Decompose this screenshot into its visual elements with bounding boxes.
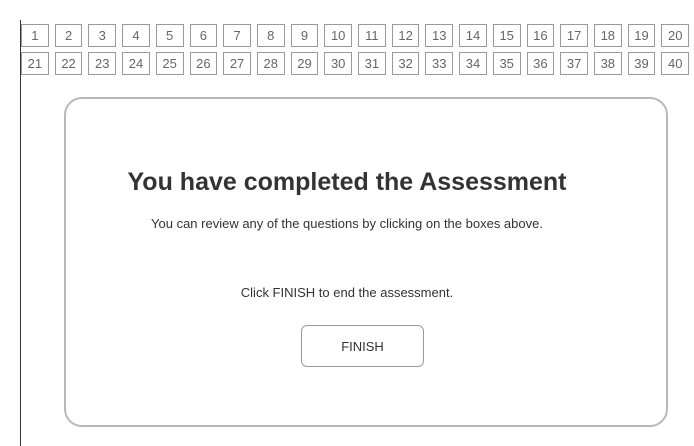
question-box[interactable]: 21 [21, 52, 49, 75]
question-box[interactable]: 26 [189, 52, 218, 75]
question-box[interactable]: 4 [122, 24, 150, 47]
question-box[interactable]: 7 [223, 24, 251, 47]
question-box[interactable]: 13 [425, 24, 454, 47]
question-box[interactable]: 9 [290, 24, 319, 47]
completion-title: You have completed the Assessment [127, 168, 567, 196]
completion-card [64, 97, 668, 427]
question-box[interactable]: 18 [593, 24, 622, 47]
review-instruction: You can review any of the questions by c… [151, 216, 543, 231]
question-box[interactable]: 15 [492, 24, 521, 47]
question-box[interactable]: 35 [492, 52, 521, 75]
question-box[interactable]: 33 [425, 52, 454, 75]
question-box[interactable]: 2 [54, 24, 83, 47]
question-box[interactable]: 23 [88, 52, 117, 75]
question-box[interactable]: 1 [21, 24, 49, 47]
question-row-2: 21 22 23 24 25 26 27 28 29 30 31 32 33 3… [21, 52, 690, 75]
question-box[interactable]: 32 [391, 52, 420, 75]
finish-instruction: Click FINISH to end the assessment. [240, 285, 454, 300]
question-row-1: 1 2 3 4 5 6 7 8 9 10 11 12 13 14 15 16 1… [21, 24, 690, 47]
question-box[interactable]: 11 [358, 24, 386, 47]
question-box[interactable]: 19 [627, 24, 656, 47]
question-box[interactable]: 14 [459, 24, 487, 47]
question-box[interactable]: 30 [324, 52, 353, 75]
question-box[interactable]: 8 [256, 24, 285, 47]
question-box[interactable]: 17 [560, 24, 588, 47]
question-box[interactable]: 10 [324, 24, 353, 47]
question-box[interactable]: 16 [526, 24, 555, 47]
question-box[interactable]: 24 [122, 52, 150, 75]
question-box[interactable]: 39 [627, 52, 656, 75]
question-box[interactable]: 36 [526, 52, 555, 75]
question-box[interactable]: 28 [256, 52, 285, 75]
question-box[interactable]: 20 [661, 24, 690, 47]
question-box[interactable]: 6 [189, 24, 218, 47]
question-box[interactable]: 27 [223, 52, 251, 75]
question-box[interactable]: 25 [155, 52, 184, 75]
question-box[interactable]: 38 [593, 52, 622, 75]
question-box[interactable]: 40 [661, 52, 690, 75]
question-box[interactable]: 22 [54, 52, 83, 75]
question-box[interactable]: 12 [391, 24, 420, 47]
question-box[interactable]: 3 [88, 24, 117, 47]
question-navigator: 1 2 3 4 5 6 7 8 9 10 11 12 13 14 15 16 1… [21, 24, 690, 80]
question-box[interactable]: 34 [459, 52, 487, 75]
question-box[interactable]: 37 [560, 52, 588, 75]
question-box[interactable]: 5 [155, 24, 184, 47]
question-box[interactable]: 29 [290, 52, 319, 75]
finish-button[interactable]: FINISH [301, 325, 424, 367]
question-box[interactable]: 31 [358, 52, 386, 75]
